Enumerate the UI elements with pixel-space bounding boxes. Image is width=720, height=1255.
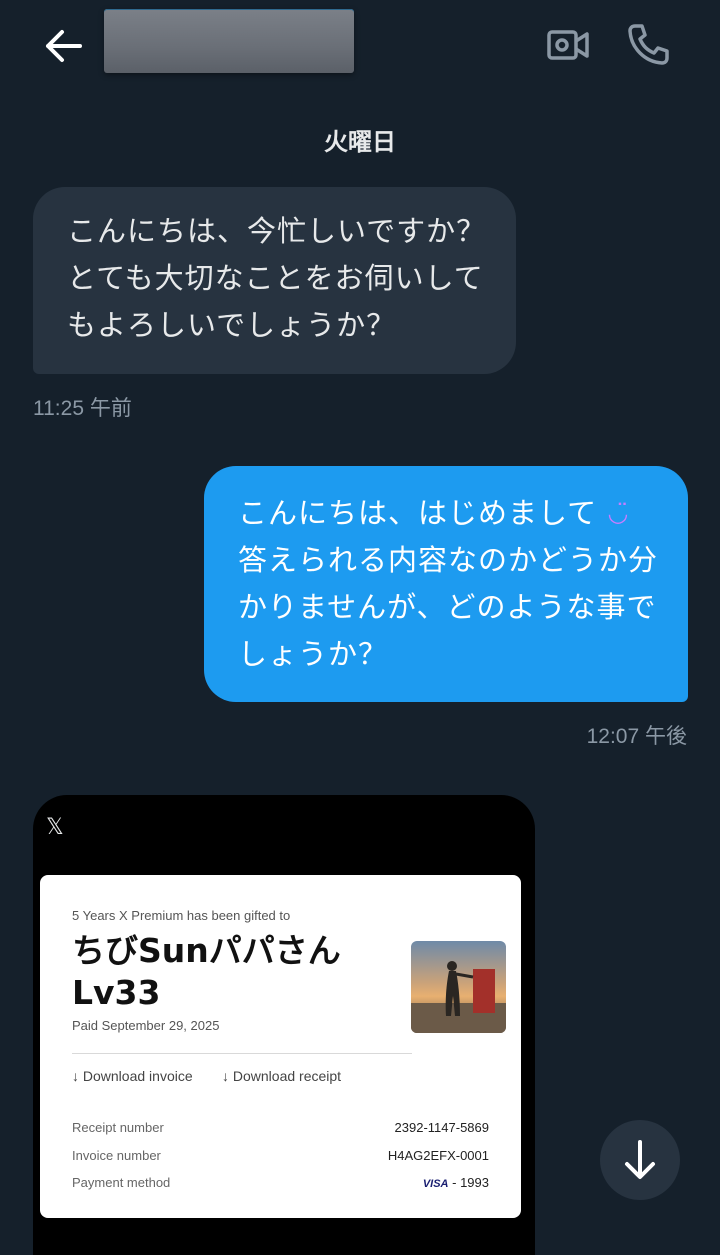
gift-line: 5 Years X Premium has been gifted to xyxy=(72,908,291,923)
recipient-photo xyxy=(411,941,506,1033)
receipt-number-label: Receipt number xyxy=(72,1120,164,1135)
message-timestamp: 11:25 午前 xyxy=(33,397,132,420)
day-separator: 火曜日 xyxy=(324,128,396,156)
divider xyxy=(72,1053,412,1054)
shared-post-card[interactable]: 𝕏 5 Years X Premium has been gifted to ち… xyxy=(33,795,535,1255)
premium-receipt-image: 5 Years X Premium has been gifted to ちびS… xyxy=(40,875,521,1218)
incoming-message-bubble[interactable]: こんにちは、今忙しいですか？ とても大切なことをお伺いして もよろしいでしょうか… xyxy=(33,187,516,374)
download-receipt-link[interactable]: ↓ Download receipt xyxy=(222,1068,341,1084)
contact-name-redacted[interactable] xyxy=(104,9,354,73)
video-call-button[interactable] xyxy=(546,26,590,64)
invoice-number-value: H4AG2EFX-0001 xyxy=(387,1148,489,1163)
paid-date: Paid September 29, 2025 xyxy=(72,1018,220,1033)
phone-icon xyxy=(628,24,669,65)
download-invoice-link[interactable]: ↓ Download invoice xyxy=(72,1068,193,1084)
voice-call-button[interactable] xyxy=(626,22,670,66)
x-logo-icon: 𝕏 xyxy=(46,815,64,840)
scroll-to-bottom-button[interactable] xyxy=(600,1120,680,1200)
arrow-left-icon xyxy=(46,30,82,62)
back-button[interactable] xyxy=(40,24,88,68)
message-text: こんにちは、はじめまして xyxy=(238,496,598,530)
recipient-name: ちびSunパパさん Lv33 xyxy=(72,931,341,1012)
video-camera-icon xyxy=(547,30,589,60)
payment-method-label: Payment method xyxy=(72,1175,171,1190)
message-text: こんにちは、今忙しいですか？ とても大切なことをお伺いして もよろしいでしょうか… xyxy=(67,214,487,342)
smile-emoji-icon: ◡̈ xyxy=(607,499,630,527)
card-last-digits: - 1993 xyxy=(448,1175,489,1190)
arrow-down-icon xyxy=(625,1140,655,1179)
message-text-continued: 答えられる内容なのかどうか分 かりませんが、どのような事で しょうか？ xyxy=(238,543,659,671)
receipt-number-value: 2392-1147-5869 xyxy=(394,1120,489,1135)
outgoing-message-bubble[interactable]: こんにちは、はじめまして ◡̈ 答えられる内容なのかどうか分 かりませんが、どの… xyxy=(204,466,688,702)
visa-logo-icon: VISA xyxy=(422,1178,449,1190)
chat-header xyxy=(0,0,720,90)
message-timestamp: 12:07 午後 xyxy=(586,725,687,748)
payment-method-value: VISA - 1993 xyxy=(423,1175,489,1190)
invoice-number-label: Invoice number xyxy=(72,1148,161,1163)
